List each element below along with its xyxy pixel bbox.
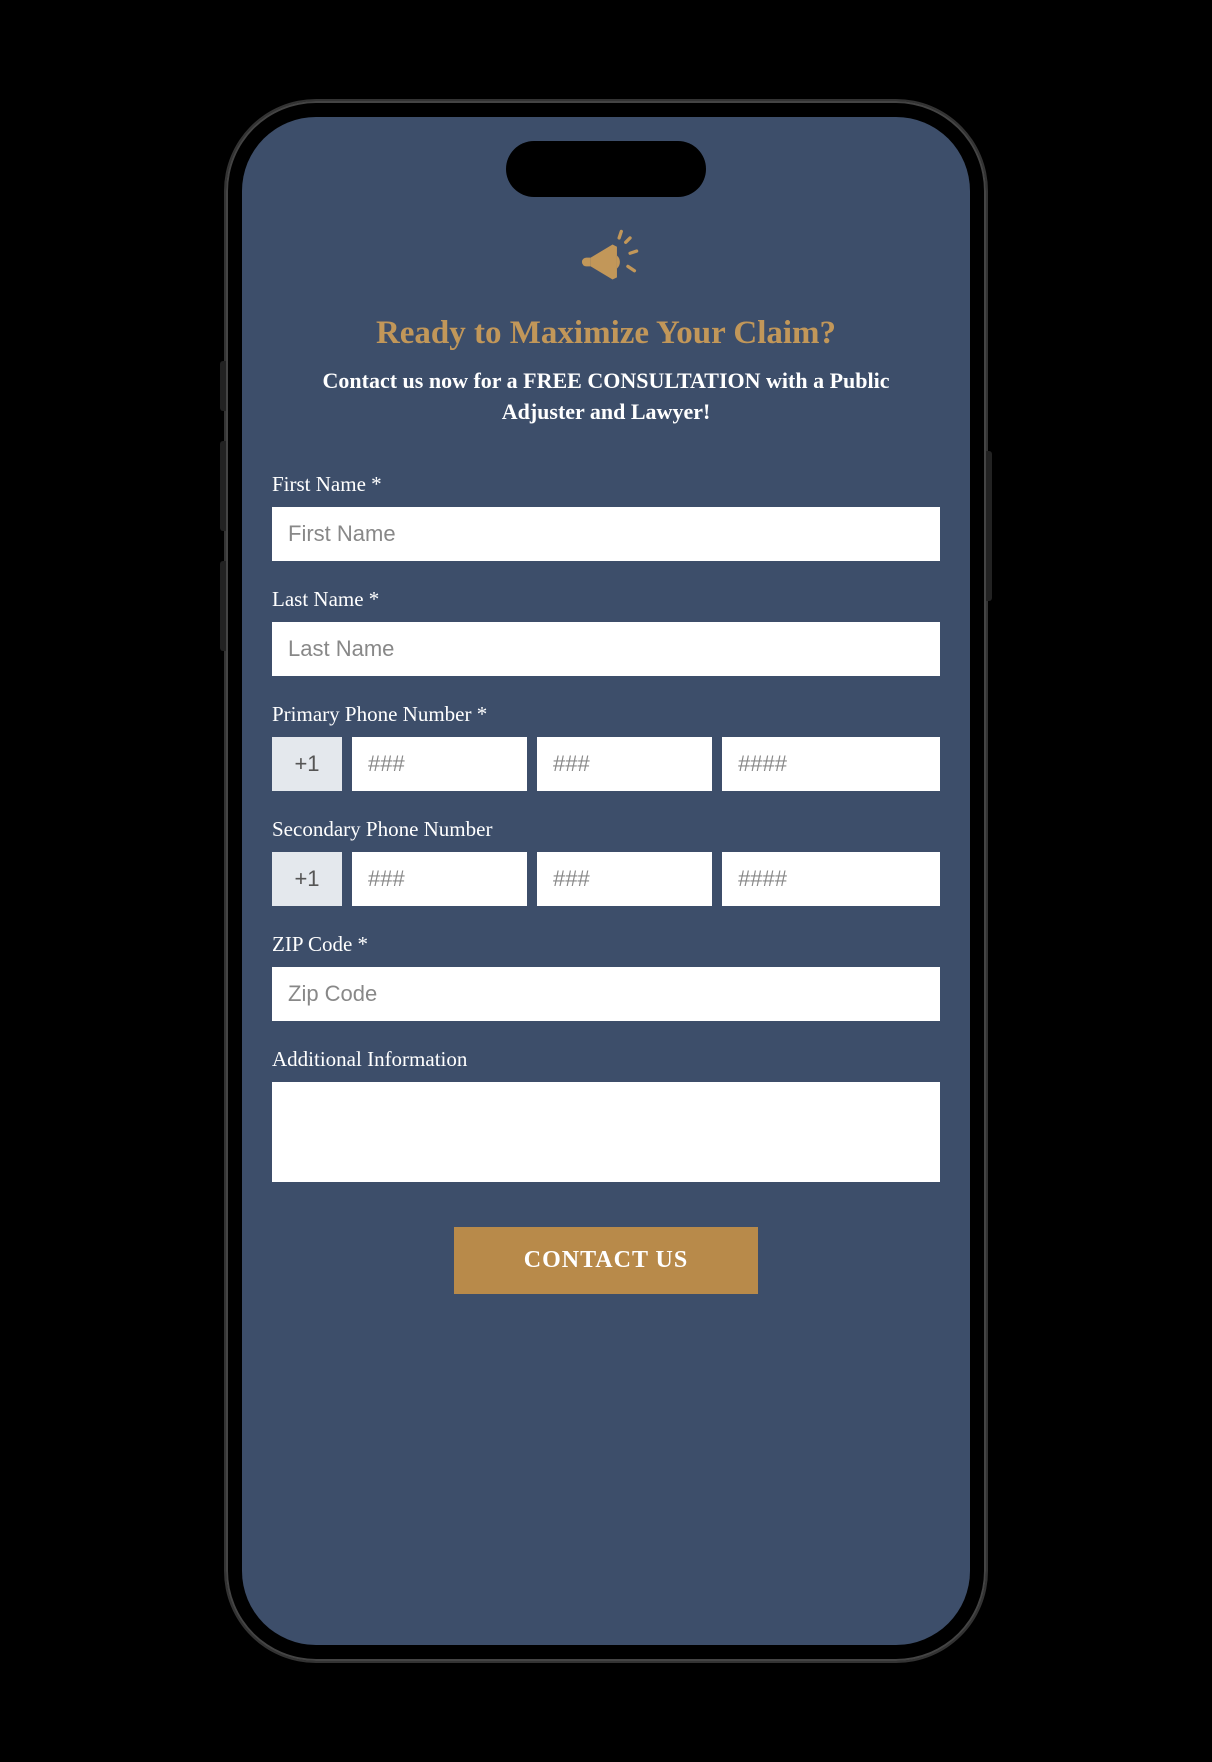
- last-name-input[interactable]: [272, 622, 940, 676]
- volume-down-button: [220, 561, 226, 651]
- secondary-phone-label: Secondary Phone Number: [272, 817, 940, 842]
- form-page-content: Ready to Maximize Your Claim? Contact us…: [242, 117, 970, 1334]
- page-subheadline: Contact us now for a FREE CONSULTATION w…: [272, 366, 940, 428]
- primary-phone-group: Primary Phone Number * +1: [272, 702, 940, 791]
- secondary-phone-row: +1: [272, 852, 940, 906]
- first-name-label: First Name *: [272, 472, 940, 497]
- additional-info-group: Additional Information: [272, 1047, 940, 1187]
- last-name-group: Last Name *: [272, 587, 940, 676]
- primary-phone-area[interactable]: [352, 737, 527, 791]
- secondary-phone-prefix[interactable]: +1: [272, 852, 342, 906]
- dynamic-island: [506, 141, 706, 197]
- zip-code-input[interactable]: [272, 967, 940, 1021]
- header-icon-wrap: [272, 227, 940, 297]
- contact-us-button[interactable]: CONTACT US: [454, 1227, 758, 1294]
- zip-code-label: ZIP Code *: [272, 932, 940, 957]
- secondary-phone-exchange[interactable]: [537, 852, 712, 906]
- additional-info-textarea[interactable]: [272, 1082, 940, 1182]
- secondary-phone-line[interactable]: [722, 852, 940, 906]
- phone-side-buttons-left: [220, 361, 226, 681]
- secondary-phone-group: Secondary Phone Number +1: [272, 817, 940, 906]
- primary-phone-exchange[interactable]: [537, 737, 712, 791]
- mute-switch: [220, 361, 226, 411]
- submit-wrap: CONTACT US: [272, 1227, 940, 1294]
- phone-screen: Ready to Maximize Your Claim? Contact us…: [242, 117, 970, 1645]
- additional-info-label: Additional Information: [272, 1047, 940, 1072]
- phone-device-frame: Ready to Maximize Your Claim? Contact us…: [226, 101, 986, 1661]
- phone-side-buttons-right: [986, 451, 992, 601]
- first-name-input[interactable]: [272, 507, 940, 561]
- primary-phone-label: Primary Phone Number *: [272, 702, 940, 727]
- zip-code-group: ZIP Code *: [272, 932, 940, 1021]
- primary-phone-line[interactable]: [722, 737, 940, 791]
- power-button: [986, 451, 992, 601]
- secondary-phone-area[interactable]: [352, 852, 527, 906]
- primary-phone-row: +1: [272, 737, 940, 791]
- last-name-label: Last Name *: [272, 587, 940, 612]
- primary-phone-prefix[interactable]: +1: [272, 737, 342, 791]
- volume-up-button: [220, 441, 226, 531]
- first-name-group: First Name *: [272, 472, 940, 561]
- megaphone-icon: [571, 227, 641, 297]
- page-headline: Ready to Maximize Your Claim?: [272, 315, 940, 352]
